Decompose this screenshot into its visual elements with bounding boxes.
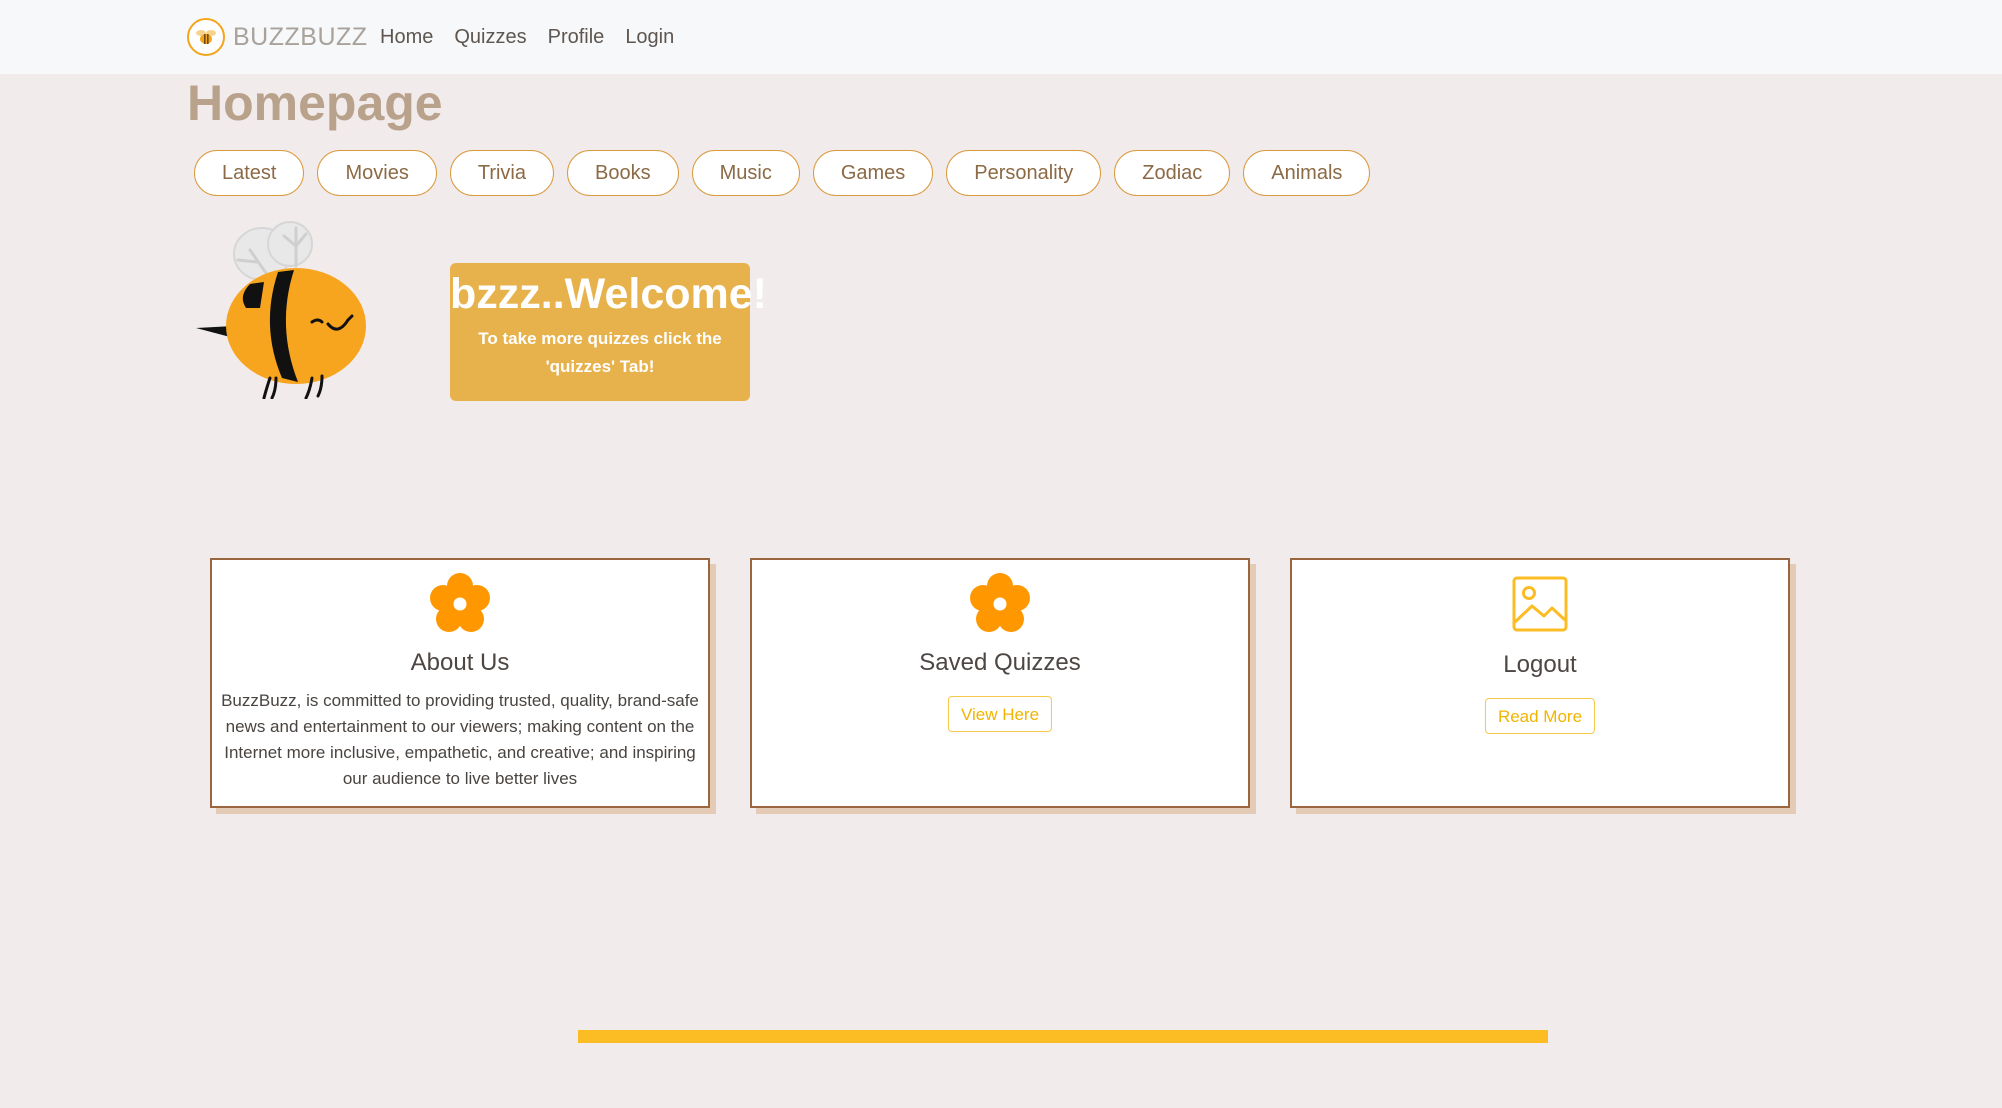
logout-card: Logout Read More (1290, 558, 1790, 808)
welcome-banner: bzzz..Welcome! To take more quizzes clic… (450, 263, 767, 401)
page-title: Homepage (187, 75, 443, 131)
nav-home[interactable]: Home (380, 22, 433, 52)
brand-link[interactable]: BUZZBUZZ (187, 16, 368, 58)
navbar: BUZZBUZZ Home Quizzes Profile Login (0, 0, 2002, 74)
brand-name: BUZZBUZZ (233, 22, 368, 51)
category-latest[interactable]: Latest (194, 150, 305, 196)
about-us-text: BuzzBuzz, is committed to providing trus… (221, 691, 699, 788)
saved-quizzes-card: Saved Quizzes View Here (750, 558, 1250, 808)
category-personality[interactable]: Personality (946, 150, 1102, 196)
category-zodiac[interactable]: Zodiac (1114, 150, 1231, 196)
welcome-heading: bzzz..Welcome! (450, 270, 767, 318)
nav-quizzes[interactable]: Quizzes (454, 22, 526, 52)
bee-illustration (196, 221, 366, 399)
category-books[interactable]: Books (567, 150, 679, 196)
read-more-button[interactable]: Read More (1484, 698, 1596, 734)
nav-login[interactable]: Login (625, 22, 674, 52)
category-music[interactable]: Music (691, 150, 800, 196)
welcome-text: To take more quizzes click the 'quizzes'… (478, 329, 722, 376)
about-us-title: About Us (410, 649, 510, 676)
footer-divider (578, 1030, 1548, 1043)
view-here-button[interactable]: View Here (947, 696, 1053, 732)
image-placeholder-icon (1512, 576, 1568, 632)
category-list: Latest Movies Trivia Books Music Games P… (194, 150, 1383, 196)
category-games[interactable]: Games (812, 150, 934, 196)
category-trivia[interactable]: Trivia (449, 150, 554, 196)
nav-profile[interactable]: Profile (548, 22, 605, 52)
category-movies[interactable]: Movies (317, 150, 437, 196)
logout-title: Logout (1503, 651, 1577, 678)
bee-logo-icon (187, 18, 225, 56)
saved-quizzes-title: Saved Quizzes (919, 649, 1081, 676)
about-us-card: About Us BuzzBuzz, is committed to provi… (210, 558, 710, 808)
flower-icon (970, 573, 1030, 632)
nav-links: Home Quizzes Profile Login (380, 22, 695, 52)
category-animals[interactable]: Animals (1243, 150, 1371, 196)
flower-icon (430, 573, 490, 632)
